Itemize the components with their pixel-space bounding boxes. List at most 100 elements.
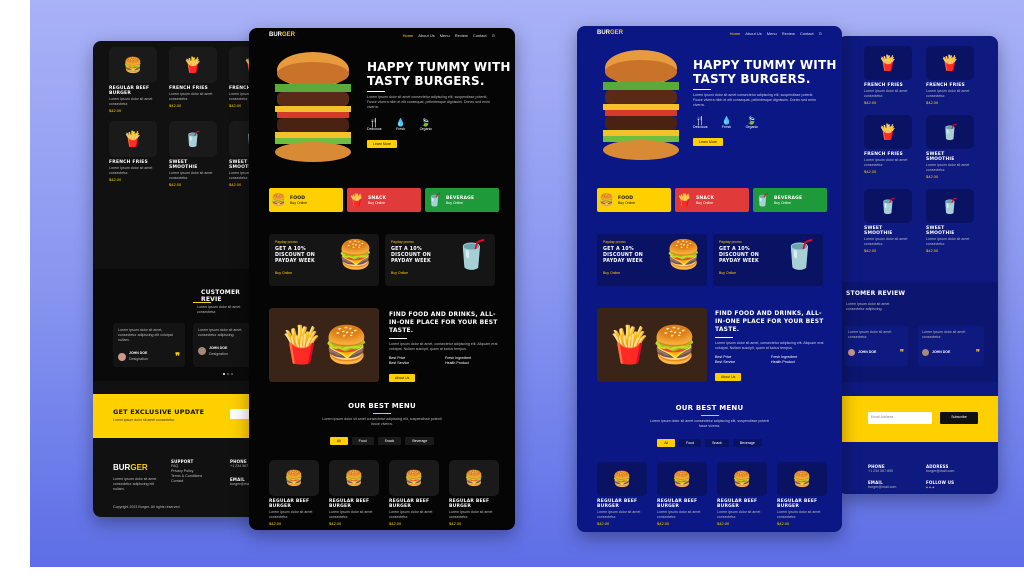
promo-link[interactable]: Buy Online: [275, 271, 373, 275]
product-card[interactable]: 🥤 SWEET SMOOTHIELorem ipsum dolor sit ame…: [169, 121, 217, 187]
product-card[interactable]: 🍔 REGULAR BEEF BURGER Lorem ipsum dolor si…: [777, 462, 827, 526]
review-subtext: Lorem ipsum dolor sit amet consectetur.: [197, 305, 241, 314]
drink-icon: 🥤: [427, 193, 442, 207]
tab-snack[interactable]: Snack: [705, 439, 729, 447]
category-snack[interactable]: 🍟 SNACK Buy Online: [347, 188, 421, 212]
product-name: REGULAR BEEF BURGER: [597, 499, 638, 509]
hero-burger-image: [599, 50, 683, 162]
learn-more-button[interactable]: Learn More: [693, 138, 723, 146]
product-card[interactable]: 🍔 REGULAR BEEF BURGER Lorem ipsum dolor si…: [269, 460, 319, 526]
nav-about[interactable]: About Us: [745, 31, 761, 36]
tab-food[interactable]: Food: [679, 439, 702, 447]
logo[interactable]: BURGER: [597, 30, 623, 36]
nav-menu[interactable]: Menu: [440, 33, 450, 38]
tab-food[interactable]: Food: [351, 437, 374, 445]
product-image: 🍟: [169, 47, 217, 83]
product-card[interactable]: 🍟 FRENCH FRIESLorem ipsum dolor sit amet …: [109, 121, 157, 187]
product-desc: Lorem ipsum dolor sit amet consectetur.: [109, 97, 153, 106]
about-us-button[interactable]: About Us: [715, 373, 742, 381]
nav-home[interactable]: Home: [403, 33, 414, 38]
hero-text: Lorem ipsum dolor sit amet consectetur a…: [693, 93, 816, 107]
promo-link[interactable]: Buy Online: [391, 271, 489, 275]
product-card[interactable]: 🍔 REGULAR BEEF BURGER Lorem ipsum dolor si…: [717, 462, 767, 526]
menu-text: Lorem ipsum dolor sit amet consectetur a…: [322, 417, 442, 426]
learn-more-button[interactable]: Learn More: [367, 140, 397, 148]
product-card[interactable]: 🍟 FRENCH FRIESLorem ipsum dolor sit amet …: [864, 46, 912, 105]
promo-title: GET A 10% DISCOUNT ON PAYDAY WEEK: [391, 247, 431, 264]
divider: [367, 91, 385, 92]
footer-about: Lorem ipsum dolor sit amet consectetur a…: [113, 477, 157, 491]
category-beverage[interactable]: 🥤 BEVERAGE Buy Online: [753, 188, 827, 212]
carousel-dots[interactable]: [223, 373, 233, 375]
review-title: STOMER REVIEW: [846, 290, 906, 297]
product-desc: Lorem ipsum dolor sit amet consectetur.: [926, 89, 970, 98]
burger-icon: 🍔: [271, 193, 286, 207]
product-card[interactable]: 🥤 SWEET SMOOTHIELorem ipsum dolor sit ame…: [926, 115, 974, 179]
avatar: [848, 349, 855, 356]
category-food[interactable]: 🍔 FOOD Buy Online: [597, 188, 671, 212]
newsletter-email-input[interactable]: Email Address: [868, 412, 932, 424]
review-card: Lorem ipsum dolor sit amet consectetur. …: [918, 326, 984, 366]
product-price: $42.00: [657, 521, 670, 526]
product-card[interactable]: 🍔 REGULAR BEEF BURGER Lorem ipsum dolor si…: [449, 460, 499, 526]
tab-beverage[interactable]: Beverage: [405, 437, 435, 445]
social-icons[interactable]: ▪ ▪ ▪: [926, 485, 954, 491]
about-text: Lorem ipsum dolor sit amet, consectetur …: [389, 342, 498, 351]
product-card[interactable]: 🍟 FRENCH FRIESLorem ipsum dolor sit amet …: [926, 46, 974, 105]
nav-menu[interactable]: Menu: [767, 31, 777, 36]
category-beverage[interactable]: 🥤 BEVERAGE Buy Online: [425, 188, 499, 212]
hero-title-1: HAPPY TUMMY WITH: [693, 58, 837, 72]
product-image: 🍔: [329, 460, 379, 496]
product-desc: Lorem ipsum dolor sit amet consectetur.: [717, 510, 761, 519]
nav-review[interactable]: Review: [782, 31, 795, 36]
about-us-button[interactable]: About Us: [389, 374, 416, 382]
nav-about[interactable]: About Us: [418, 33, 434, 38]
tab-beverage[interactable]: Beverage: [732, 439, 762, 447]
hero-features: 🍴 Delicious 💧 Fresh 🍃 Organic: [367, 118, 511, 132]
product-card[interactable]: 🍔 REGULAR BEEF BURGER Lorem ipsum dolor si…: [389, 460, 439, 526]
product-card[interactable]: 🥤 SWEET SMOOTHIELorem ipsum dolor sit ame…: [926, 189, 974, 253]
nav-home[interactable]: Home: [730, 31, 741, 36]
product-card[interactable]: 🥤 SWEET SMOOTHIELorem ipsum dolor sit ame…: [864, 189, 912, 253]
hero-title-1: HAPPY TUMMY WITH: [367, 60, 511, 74]
footer-link[interactable]: Contact: [171, 479, 202, 484]
cart-icon[interactable]: ⊙: [492, 33, 495, 38]
product-card[interactable]: 🍔 REGULAR BEEF BURGER Lorem ipsum dolor si…: [597, 462, 647, 526]
subscribe-button[interactable]: Subscribe: [940, 412, 978, 424]
nav-contact[interactable]: Contact: [800, 31, 814, 36]
drink-image: 🥤: [454, 239, 489, 270]
product-card[interactable]: 🍔 REGULAR BEEF BURGER Lorem ipsum dolor si…: [657, 462, 707, 526]
blue-review-section: STOMER REVIEW Lorem ipsum dolor sit amet…: [838, 282, 998, 382]
tab-all[interactable]: All: [657, 439, 676, 447]
drop-icon: 💧: [395, 118, 406, 127]
product-image: 🍟: [926, 46, 974, 80]
nav-contact[interactable]: Contact: [473, 33, 487, 38]
product-image: 🍔: [269, 460, 319, 496]
category-snack[interactable]: 🍟 SNACK Buy Online: [675, 188, 749, 212]
product-card[interactable]: 🍟 FRENCH FRIESLorem ipsum dolor sit amet …: [169, 47, 217, 113]
product-card[interactable]: 🍔 REGULAR BEEF BURGER Lorem ipsum dolor si…: [329, 460, 379, 526]
product-name: FRENCH FRIES: [169, 86, 208, 91]
avatar: [198, 347, 206, 356]
divider: [693, 89, 711, 90]
logo[interactable]: BURGER: [269, 32, 295, 38]
product-desc: Lorem ipsum dolor sit amet consectetur.: [449, 510, 493, 519]
category-row: 🍔 FOOD Buy Online 🍟 SNACK Buy Online 🥤 BEVERA…: [597, 188, 827, 212]
menu-title: OUR BEST MENU: [348, 402, 416, 410]
category-food[interactable]: 🍔 FOOD Buy Online: [269, 188, 343, 212]
tab-all[interactable]: All: [329, 437, 348, 445]
product-card[interactable]: 🍔 REGULAR BEEF BURGER Lorem ipsum dolor si…: [109, 47, 157, 113]
tab-snack[interactable]: Snack: [377, 437, 402, 445]
newsletter-title: GET EXCLUSIVE UPDATE: [113, 408, 205, 416]
feature-item: 🍃 Organic: [419, 118, 433, 131]
product-desc: Lorem ipsum dolor sit amet consectetur.: [926, 237, 970, 246]
product-price: $42.00: [864, 248, 877, 253]
cart-icon[interactable]: ⊙: [819, 31, 822, 36]
hero-text: Lorem ipsum dolor sit amet consectetur a…: [367, 95, 490, 109]
product-desc: Lorem ipsum dolor sit amet consectetur.: [777, 510, 821, 519]
product-price: $42.00: [389, 521, 402, 526]
product-name: FRENCH FRIES: [926, 83, 965, 88]
nav-review[interactable]: Review: [455, 33, 468, 38]
menu-product-grid: 🍔 REGULAR BEEF BURGER Lorem ipsum dolor si…: [597, 462, 827, 526]
product-card[interactable]: 🍟 FRENCH FRIESLorem ipsum dolor sit amet …: [864, 115, 912, 179]
